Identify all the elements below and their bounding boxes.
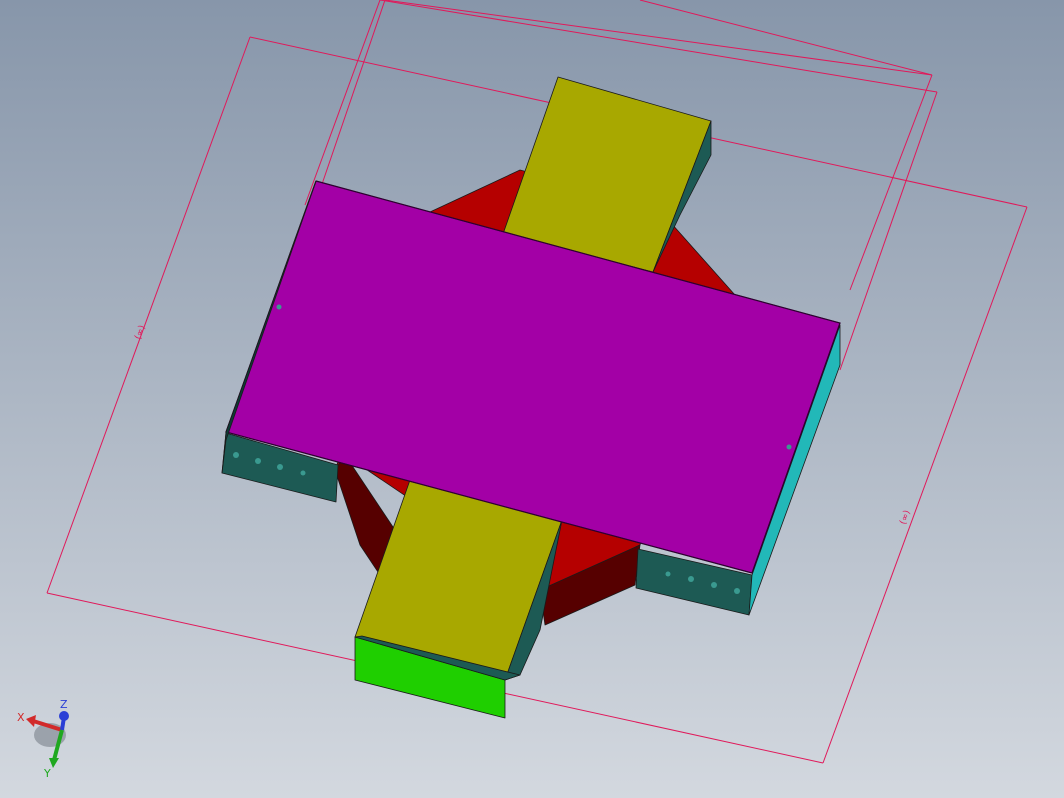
triad-z-label: Z — [60, 698, 68, 711]
triad-z-arrow-icon — [59, 711, 69, 721]
model-canvas[interactable]: (∞) (∞) X Z Y — [0, 0, 1064, 798]
triad-x-label: X — [17, 711, 25, 724]
top-plate-hole-left — [276, 304, 282, 310]
3d-viewport[interactable]: (∞) (∞) X Z Y — [0, 0, 1064, 798]
triad-y-label: Y — [43, 767, 51, 780]
top-plate-hole-right — [786, 444, 792, 450]
